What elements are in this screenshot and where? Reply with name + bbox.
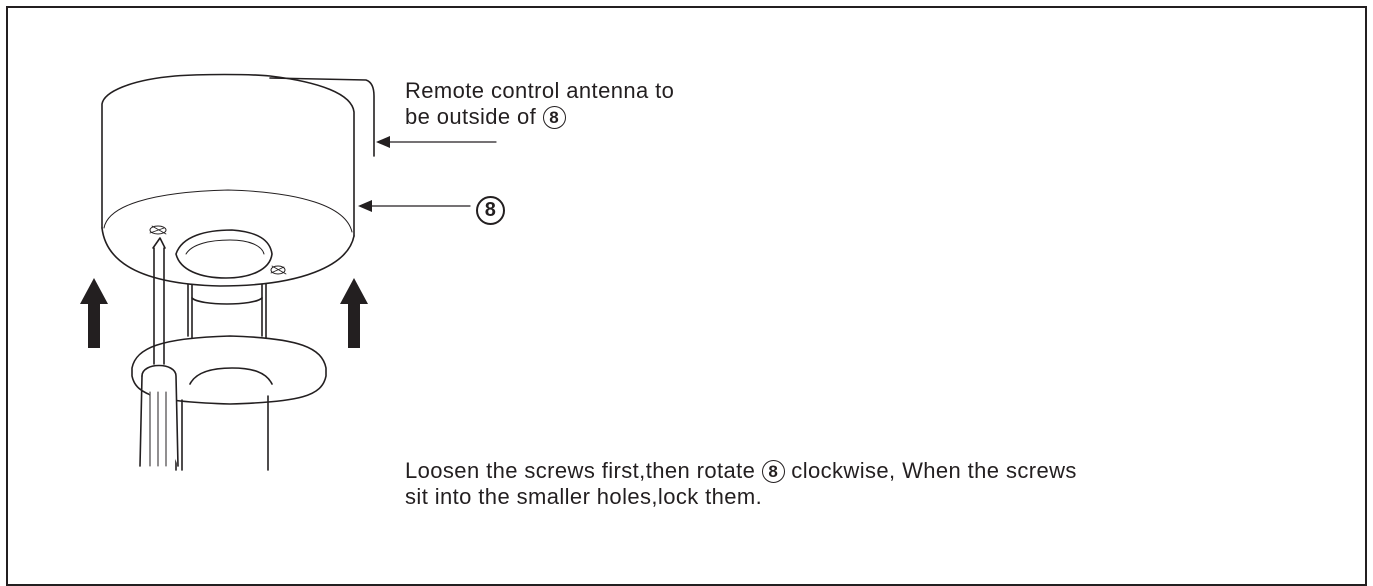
canopy xyxy=(101,73,355,287)
antenna-callout-line2-text: be outside of xyxy=(405,104,543,129)
part-callout: 8 xyxy=(476,196,505,225)
antenna-callout: Remote control antenna to be outside of … xyxy=(405,78,674,130)
part-number-badge: 8 xyxy=(761,460,785,483)
up-arrow-left-icon xyxy=(80,278,108,348)
part-arrowhead-icon xyxy=(358,200,372,212)
antenna-callout-line2: be outside of 8 xyxy=(405,104,674,130)
instruction-line1-suffix: clockwise, When the screws xyxy=(784,458,1077,483)
neck xyxy=(187,283,267,339)
antenna-callout-line1: Remote control antenna to xyxy=(405,78,675,103)
instruction-line1: Loosen the screws first,then rotate 8 cl… xyxy=(405,458,1077,484)
instruction-text: Loosen the screws first,then rotate 8 cl… xyxy=(405,458,1077,510)
instruction-line1-prefix: Loosen the screws first,then rotate xyxy=(405,458,762,483)
part-number-badge: 8 xyxy=(542,106,566,129)
antenna-arrowhead-icon xyxy=(376,136,390,148)
part-number-badge: 8 xyxy=(476,196,505,225)
instruction-line2: sit into the smaller holes,lock them. xyxy=(405,484,763,509)
up-arrow-right-icon xyxy=(340,278,368,348)
